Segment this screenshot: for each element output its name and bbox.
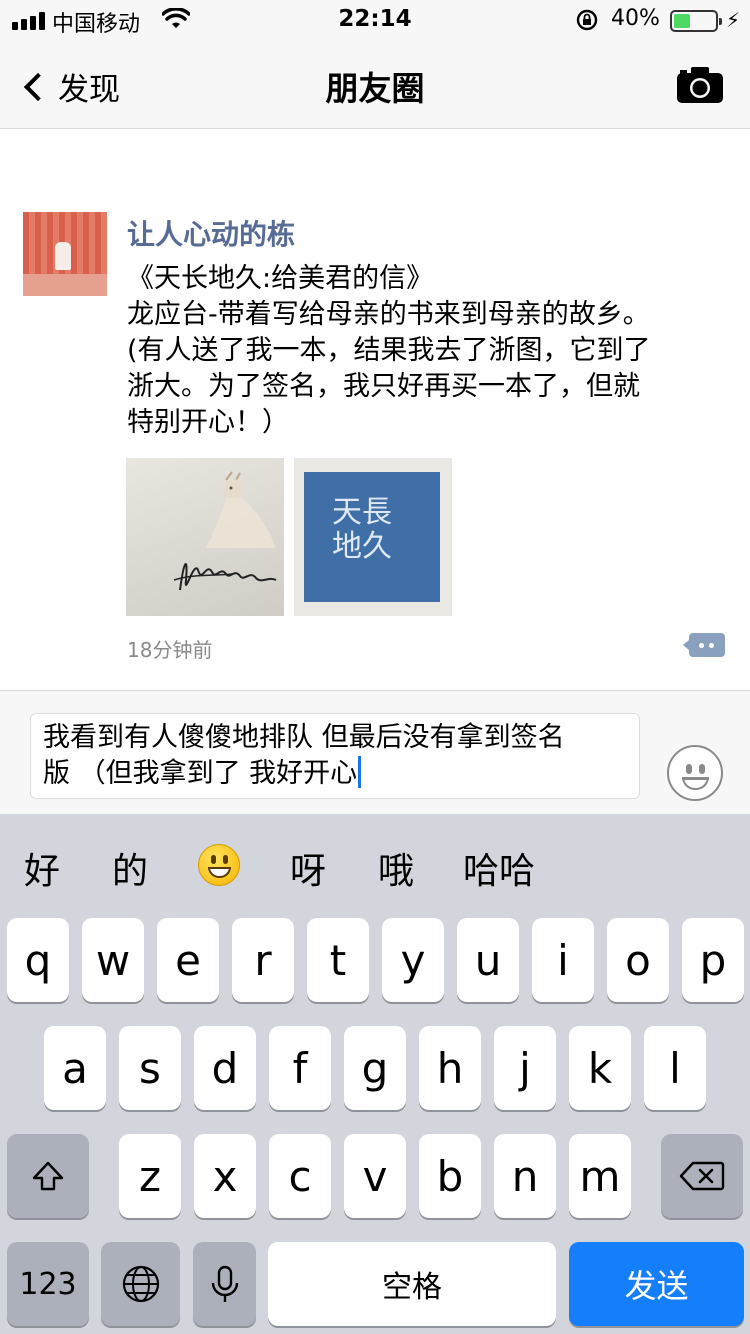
key-j[interactable]: j <box>494 1026 556 1110</box>
charging-bolt-icon: ⚡︎ <box>726 8 741 32</box>
battery-icon <box>670 10 722 32</box>
page-title: 朋友圈 <box>325 69 425 108</box>
backspace-key[interactable] <box>661 1134 743 1218</box>
key-w[interactable]: w <box>82 918 144 1002</box>
key-m[interactable]: m <box>569 1134 631 1218</box>
key-q[interactable]: q <box>7 918 69 1002</box>
candidate-word[interactable]: 呀 <box>290 842 326 894</box>
book-cover-title: 天長 地久 <box>332 496 392 564</box>
battery-percent: 40% <box>611 6 660 31</box>
key-u[interactable]: u <box>457 918 519 1002</box>
candidate-word[interactable]: 哈哈 <box>463 842 535 894</box>
key-h[interactable]: h <box>419 1026 481 1110</box>
navigation-bar: 发现 朋友圈 <box>0 40 750 129</box>
post-text-line: (有人送了我一本，结果我去了浙图，它到了 <box>127 335 651 366</box>
top-bar: 中国移动 22:14 40% ⚡︎ 发现 朋友圈 <box>0 0 750 129</box>
key-x[interactable]: x <box>194 1134 256 1218</box>
shift-arrow-icon <box>32 1161 64 1191</box>
key-e[interactable]: e <box>157 918 219 1002</box>
post-image-book-cover[interactable]: 天長 地久 <box>294 458 452 616</box>
comment-input-line: 版 （但我拿到了 我好开心 <box>43 758 358 789</box>
key-r[interactable]: r <box>232 918 294 1002</box>
emoji-button[interactable] <box>667 745 723 801</box>
candidate-word[interactable]: 好 <box>24 842 60 894</box>
orientation-lock-icon <box>576 9 598 31</box>
microphone-key[interactable] <box>193 1242 256 1326</box>
key-t[interactable]: t <box>307 918 369 1002</box>
key-b[interactable]: b <box>419 1134 481 1218</box>
post-text-line: 《天长地久:给美君的信》 <box>127 263 434 294</box>
signature-scribble <box>173 563 277 591</box>
book-cover-title-line: 天長 <box>332 495 392 530</box>
text-caret <box>358 756 362 788</box>
post-text-line: 浙大。为了签名，我只好再买一本了，但就 <box>127 371 640 402</box>
candidate-word[interactable]: 哦 <box>378 842 414 894</box>
shift-key[interactable] <box>7 1134 89 1218</box>
comment-input-bar: 我看到有人傻傻地排队 但最后没有拿到签名 版 （但我拿到了 我好开心 <box>0 690 750 814</box>
post-text-line: 龙应台-带着写给母亲的书来到母亲的故乡。 <box>127 299 650 330</box>
key-i[interactable]: i <box>532 918 594 1002</box>
avatar[interactable] <box>23 212 107 296</box>
comment-input[interactable]: 我看到有人傻傻地排队 但最后没有拿到签名 版 （但我拿到了 我好开心 <box>30 713 640 799</box>
key-c[interactable]: c <box>269 1134 331 1218</box>
status-bar: 中国移动 22:14 40% ⚡︎ <box>0 0 750 40</box>
camera-icon[interactable] <box>676 66 724 104</box>
book-cover-title-line: 地久 <box>332 529 392 564</box>
key-v[interactable]: v <box>344 1134 406 1218</box>
key-y[interactable]: y <box>382 918 444 1002</box>
keyboard: 好 的 呀 哦 哈哈 q w e r t y u i o p a s d f g… <box>0 814 750 1334</box>
comment-menu-icon[interactable] <box>683 633 725 657</box>
numbers-key[interactable]: 123 <box>7 1242 89 1326</box>
key-a[interactable]: a <box>44 1026 106 1110</box>
key-z[interactable]: z <box>119 1134 181 1218</box>
key-d[interactable]: d <box>194 1026 256 1110</box>
backspace-icon <box>679 1161 725 1191</box>
key-f[interactable]: f <box>269 1026 331 1110</box>
post-text: 《天长地久:给美君的信》 龙应台-带着写给母亲的书来到母亲的故乡。 (有人送了我… <box>127 261 727 441</box>
candidate-word[interactable]: 的 <box>112 842 148 894</box>
deer-illustration <box>206 471 276 548</box>
post-author[interactable]: 让人心动的栋 <box>127 213 295 253</box>
globe-icon <box>122 1265 159 1303</box>
key-g[interactable]: g <box>344 1026 406 1110</box>
microphone-icon <box>211 1265 238 1302</box>
candidate-bar: 好 的 呀 哦 哈哈 <box>0 814 750 914</box>
smiley-emoji-candidate-icon[interactable] <box>198 844 240 886</box>
send-button[interactable]: 发送 <box>569 1242 744 1326</box>
post-text-line: 特别开心！） <box>127 407 289 438</box>
key-s[interactable]: s <box>119 1026 181 1110</box>
moment-post: 让人心动的栋 《天长地久:给美君的信》 龙应台-带着写给母亲的书来到母亲的故乡。… <box>0 129 750 690</box>
post-image-deer-signature[interactable] <box>126 458 284 616</box>
comment-input-line: 我看到有人傻傻地排队 但最后没有拿到签名 <box>43 722 565 753</box>
post-timestamp: 18分钟前 <box>127 638 213 662</box>
key-n[interactable]: n <box>494 1134 556 1218</box>
key-l[interactable]: l <box>644 1026 706 1110</box>
space-key[interactable]: 空格 <box>268 1242 556 1326</box>
globe-key[interactable] <box>101 1242 180 1326</box>
key-p[interactable]: p <box>682 918 744 1002</box>
key-k[interactable]: k <box>569 1026 631 1110</box>
key-o[interactable]: o <box>607 918 669 1002</box>
